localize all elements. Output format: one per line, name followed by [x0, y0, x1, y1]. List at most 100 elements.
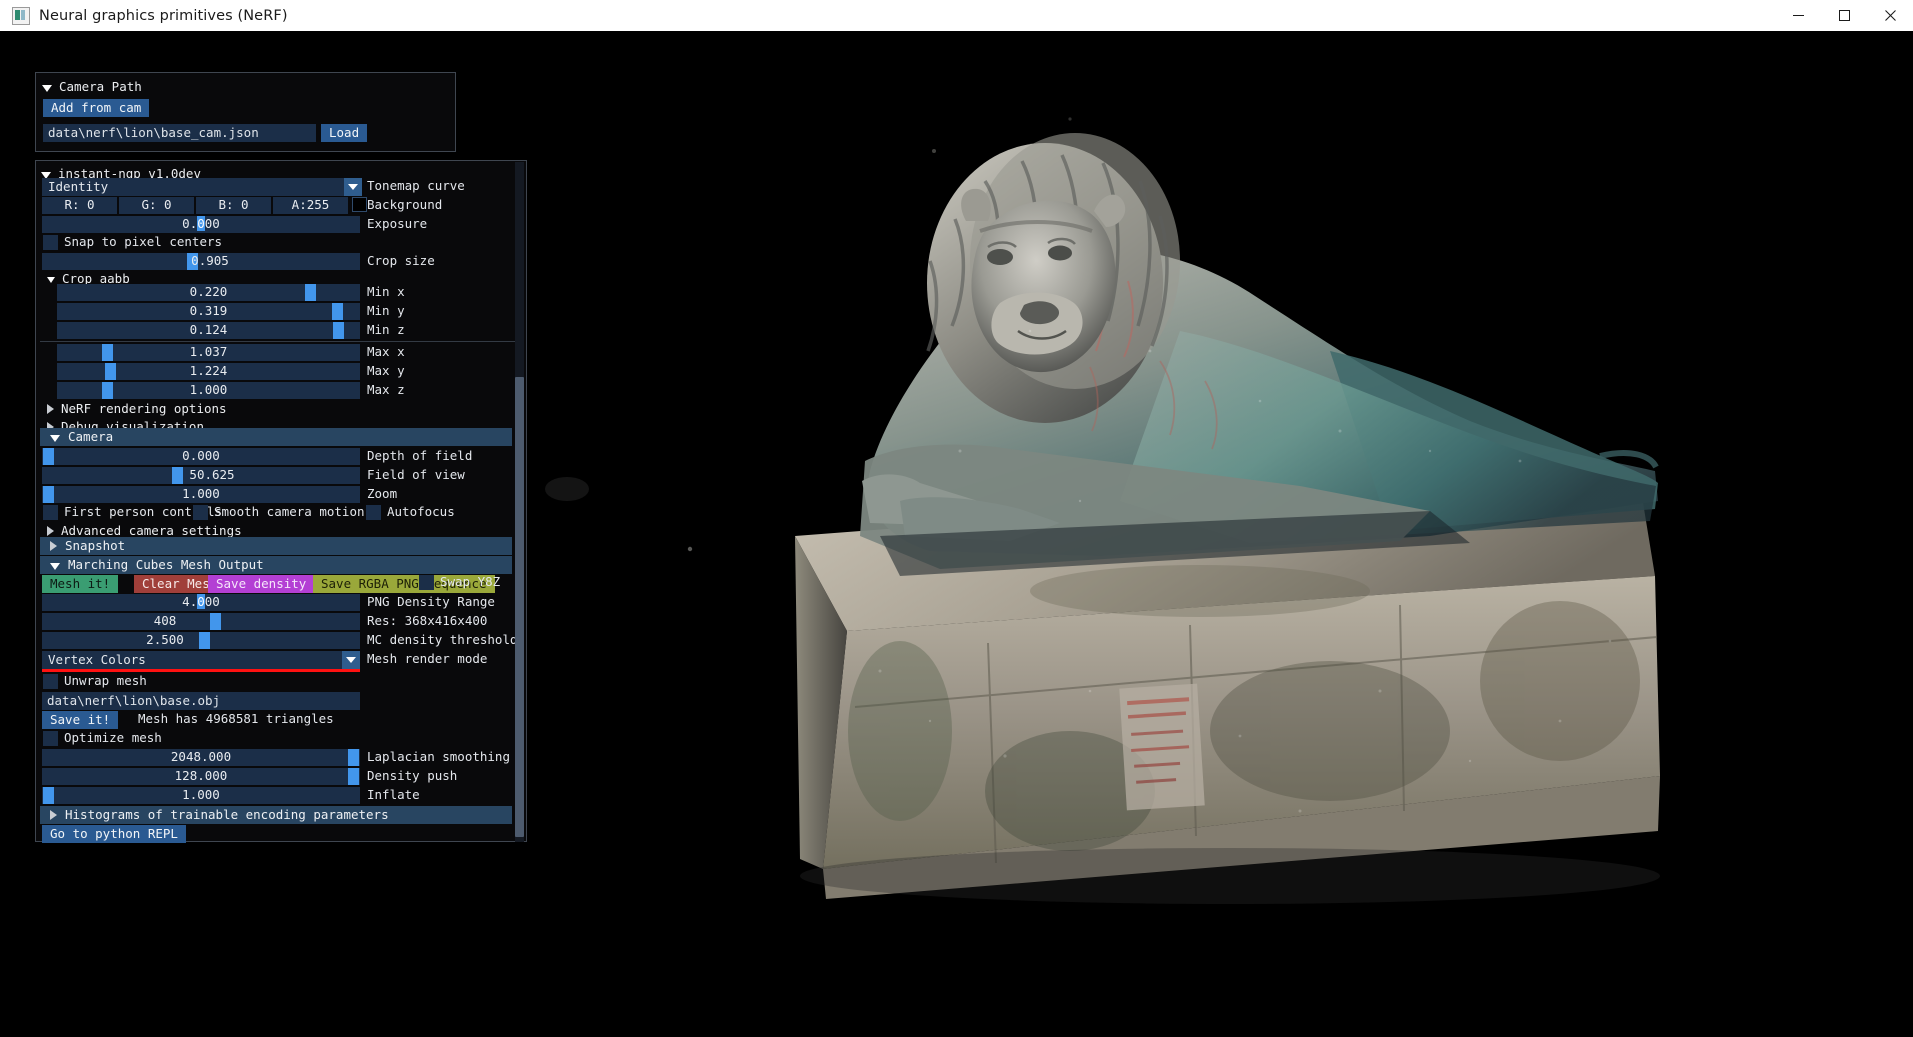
instant-ngp-main-window[interactable]: instant-ngp v1.0dev Identity Tonemap cur… [35, 160, 527, 843]
background-color-swatch[interactable] [352, 197, 367, 212]
optimize-mesh-checkbox[interactable] [43, 731, 58, 746]
minimize-icon[interactable] [1775, 0, 1821, 31]
density-push-slider[interactable]: 128.000 [42, 768, 360, 785]
camera-path-header[interactable]: Camera Path [42, 78, 142, 96]
background-b-value: B: 0 [218, 197, 249, 213]
swap-y8z-checkbox[interactable] [419, 575, 434, 590]
field-of-view-grab[interactable] [172, 467, 183, 484]
mesh-render-mode-combo[interactable]: Vertex Colors [42, 651, 360, 669]
mesh-output-section-header[interactable]: Marching Cubes Mesh Output [40, 556, 512, 574]
field-of-view-value: 50.625 [189, 467, 235, 483]
png-density-value-selected: 0 [197, 594, 205, 610]
unwrap-mesh-label: Unwrap mesh [64, 673, 147, 688]
zoom-value: 1.000 [182, 486, 220, 502]
camera-path-input[interactable]: data\nerf\lion\base_cam.json [43, 124, 316, 142]
mesh-it-button[interactable]: Mesh it! [42, 575, 119, 593]
mesh-render-mode-highlight [42, 669, 360, 672]
add-from-cam-button[interactable]: Add from cam [43, 99, 150, 117]
histograms-section-header[interactable]: Histograms of trainable encoding paramet… [40, 806, 512, 824]
zoom-grab[interactable] [43, 486, 54, 503]
camera-section-header[interactable]: Camera [40, 428, 512, 446]
chevron-right-icon [47, 526, 54, 536]
unwrap-mesh-checkbox[interactable] [43, 674, 58, 689]
mc-density-threshold-slider[interactable]: 2.500 [42, 632, 360, 649]
save-it-button[interactable]: Save it! [42, 711, 119, 729]
chevron-down-icon[interactable] [342, 651, 360, 669]
field-of-view-label: Field of view [367, 467, 465, 482]
nerf-rendering-options-header[interactable]: NeRF rendering options [47, 400, 227, 418]
background-a-field[interactable]: A:255 [273, 197, 348, 214]
snapshot-section-header[interactable]: Snapshot [40, 537, 512, 555]
depth-of-field-label: Depth of field [367, 448, 473, 463]
crop-max-x-slider[interactable]: 1.037 [57, 344, 360, 361]
zoom-slider[interactable]: 1.000 [42, 486, 360, 503]
crop-max-y-slider[interactable]: 1.224 [57, 363, 360, 380]
main-window-scrollbar[interactable] [515, 162, 524, 842]
res-value: 408 [153, 613, 177, 629]
inflate-slider[interactable]: 1.000 [42, 787, 360, 804]
window-titlebar: Neural graphics primitives (NeRF) [0, 0, 1913, 32]
inflate-label: Inflate [367, 787, 420, 802]
close-icon[interactable] [1867, 0, 1913, 31]
png-density-range-slider[interactable]: 4.000 [42, 594, 360, 611]
autofocus-checkbox[interactable] [366, 505, 381, 520]
swap-y8z-label: Swap Y8Z [440, 574, 501, 589]
res-slider[interactable]: 408 [42, 613, 360, 630]
background-r-value: R: 0 [64, 197, 95, 213]
background-r-field[interactable]: R: 0 [42, 197, 117, 214]
crop-max-y-grab[interactable] [105, 363, 116, 380]
crop-max-z-grab[interactable] [102, 382, 113, 399]
advanced-camera-settings-label: Advanced camera settings [61, 522, 242, 538]
crop-min-y-grab[interactable] [332, 303, 343, 320]
laplacian-smoothing-grab[interactable] [348, 749, 359, 766]
mc-density-threshold-grab[interactable] [199, 632, 210, 649]
crop-size-value: 0.905 [191, 253, 229, 269]
snapshot-section-label: Snapshot [65, 537, 126, 553]
exposure-slider[interactable]: 0.000 [42, 216, 360, 233]
load-button[interactable]: Load [321, 124, 368, 142]
first-person-controls-checkbox[interactable] [43, 505, 58, 520]
mesh-render-mode-value: Vertex Colors [48, 651, 146, 667]
camera-section-label: Camera [68, 428, 114, 444]
crop-max-x-value: 1.037 [189, 344, 228, 360]
chevron-down-icon [50, 562, 60, 570]
crop-size-label: Crop size [367, 253, 435, 268]
exposure-value-selected: 0 [197, 216, 205, 232]
maximize-icon[interactable] [1821, 0, 1867, 31]
field-of-view-slider[interactable]: 50.625 [42, 467, 360, 484]
res-grab[interactable] [210, 613, 221, 630]
camera-path-window[interactable]: Camera Path Add from cam data\nerf\lion\… [35, 72, 456, 152]
go-to-python-repl-button[interactable]: Go to python REPL [42, 825, 186, 843]
chevron-down-icon[interactable] [344, 178, 362, 196]
tonemap-curve-combo[interactable]: Identity [42, 178, 362, 196]
chevron-down-icon [42, 84, 52, 92]
background-label: Background [367, 197, 443, 212]
smooth-camera-motion-checkbox[interactable] [193, 505, 208, 520]
depth-of-field-grab[interactable] [43, 448, 54, 465]
depth-of-field-slider[interactable]: 0.000 [42, 448, 360, 465]
crop-min-x-slider[interactable]: 0.220 [57, 284, 360, 301]
crop-size-slider[interactable]: 0.905 [42, 253, 360, 270]
render-viewport[interactable]: Camera Path Add from cam data\nerf\lion\… [0, 31, 1913, 1037]
crop-min-z-slider[interactable]: 0.124 [57, 322, 360, 339]
camera-path-title: Camera Path [59, 78, 142, 94]
crop-min-x-label: Min x [367, 284, 405, 299]
background-b-field[interactable]: B: 0 [196, 197, 271, 214]
crop-max-x-grab[interactable] [102, 344, 113, 361]
background-a-value: A:255 [291, 197, 330, 213]
inflate-grab[interactable] [43, 787, 54, 804]
mesh-output-section-label: Marching Cubes Mesh Output [68, 556, 264, 572]
window-title: Neural graphics primitives (NeRF) [39, 7, 288, 24]
crop-min-y-slider[interactable]: 0.319 [57, 303, 360, 320]
scrollbar-thumb[interactable] [515, 377, 524, 837]
obj-path-input[interactable]: data\nerf\lion\base.obj [42, 692, 360, 710]
laplacian-smoothing-slider[interactable]: 2048.000 [42, 749, 360, 766]
crop-max-z-slider[interactable]: 1.000 [57, 382, 360, 399]
snap-to-pixel-centers-checkbox[interactable] [43, 235, 58, 250]
density-push-grab[interactable] [348, 768, 359, 785]
window-controls [1775, 0, 1913, 31]
crop-min-x-grab[interactable] [305, 284, 316, 301]
crop-min-z-value: 0.124 [189, 322, 228, 338]
crop-min-z-grab[interactable] [333, 322, 344, 339]
background-g-field[interactable]: G: 0 [119, 197, 194, 214]
